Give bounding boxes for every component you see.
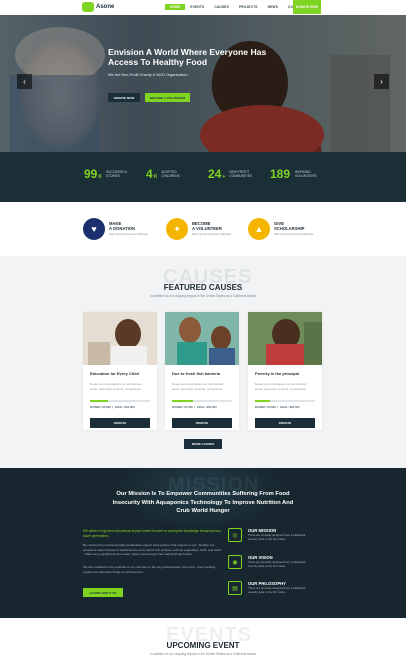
cause-goal: GOAL: $20,000 [196, 405, 217, 409]
cause-meta: RAISED: $7,000 | GOAL: $20,000 [172, 405, 217, 409]
mission-paragraph: By constructing environmentally sustaina… [83, 543, 222, 556]
cause-image [248, 312, 322, 365]
cause-card: Education for Every Child Neque porro qu… [83, 312, 157, 430]
cause-title: Due to fresh fish bacteria [172, 371, 221, 376]
cause-progress-fill [255, 400, 270, 402]
feature-text: Sed nisi donnard ea criticises [109, 232, 149, 236]
cause-title: Education for Every Child [90, 371, 139, 376]
nav-events[interactable]: EVENTS [185, 4, 209, 10]
cause-text: Neque porro quisquam est qui dolorem ips… [172, 382, 224, 391]
stat-children: 4 K ADOPTED CHILDRENS [146, 167, 187, 181]
feature-donation[interactable]: ♥ MAKE A DONATION Sed nisi donnard ea cr… [83, 218, 148, 240]
hero-volunteer-button[interactable]: BECOME A VOLUNTEER [145, 93, 190, 102]
more-causes-button[interactable]: MORE CAUSES [184, 439, 222, 449]
feature-text: Sed nisi donnard ea criticises [192, 232, 232, 236]
header-donate-button[interactable]: DONATE NOW [293, 0, 321, 14]
cause-raised: RAISED: $4,890 [255, 405, 276, 409]
logo[interactable]: Asone [82, 2, 114, 12]
causes-subtitle: In addition to our ongoing impact in the… [150, 294, 256, 298]
stat-number: 99 [84, 167, 98, 181]
main-nav: HOME EVENTS CAUSES PROJECTS NEWS CONTACT [165, 4, 310, 10]
cause-raised: RAISED: $5,890 [90, 405, 111, 409]
cause-progress [172, 400, 232, 402]
next-slide-icon[interactable]: › [374, 74, 389, 89]
nav-news[interactable]: NEWS [263, 4, 283, 10]
feature-title-line2: SCHOLARSHIP [274, 226, 305, 231]
mission-item: ◉ OUR VISION There are primarily designe… [228, 555, 310, 569]
cause-goal: GOAL: $20,000 [279, 405, 300, 409]
stat-volunteers: 189 WORKING VOLUNTEERS [270, 167, 321, 181]
book-icon: ▤ [228, 581, 242, 595]
cause-progress-fill [172, 400, 193, 402]
hero-overlay [0, 15, 406, 152]
logo-icon [82, 2, 94, 12]
cause-title: Poverty is the principal [255, 371, 300, 376]
cause-card: Poverty is the principal Neque porro qui… [248, 312, 322, 430]
cause-progress [90, 400, 150, 402]
stat-suffix: + [222, 174, 226, 180]
cause-donate-button[interactable]: DONATE [255, 418, 315, 428]
cause-text: Neque porro quisquam est qui dolorem ips… [255, 382, 307, 391]
cause-text: Neque porro quisquam est qui dolorem ips… [90, 382, 142, 391]
mission-paragraph: We are confident in the potential of our… [83, 565, 216, 574]
feature-volunteer[interactable]: ✦ BECOME A VOLUNTEER Sed nisi donnard ea… [166, 218, 231, 240]
causes-title: FEATURED CAUSES [163, 283, 243, 292]
feature-scholarship[interactable]: ▲ GIVE SCHOLARSHIP Sed nisi donnard ea c… [248, 218, 313, 240]
mission-item-text: There are primarily designed from a trad… [248, 586, 306, 594]
cause-goal: GOAL: $20,000 [114, 405, 135, 409]
cause-image [165, 312, 239, 365]
eye-icon: ◉ [228, 555, 242, 569]
mission-title: Our Mission Is To Empower Communities Su… [112, 491, 294, 514]
hero-slider: Envision A World Where Everyone Has Acce… [0, 15, 406, 152]
feature-title-line2: A DONATION [109, 226, 136, 231]
events-title: UPCOMING EVENT [166, 641, 240, 650]
volunteer-badge-icon: ✦ [166, 218, 188, 240]
stat-label: NEW PROFIT COMMUNITIES [229, 170, 252, 178]
cause-progress [255, 400, 315, 402]
stat-label: WORKING VOLUNTEERS [295, 170, 317, 178]
events-subtitle: In addition to our ongoing impact in the… [150, 652, 256, 656]
hero-title: Envision A World Where Everyone Has Acce… [108, 47, 267, 67]
nav-projects[interactable]: PROJECTS [234, 4, 263, 10]
cause-card: Due to fresh fish bacteria Neque porro q… [165, 312, 239, 430]
stat-communities: 24 + NEW PROFIT COMMUNITIES [208, 167, 255, 181]
prev-slide-icon[interactable]: ‹ [17, 74, 32, 89]
mission-item: ◎ OUR MISSION There are primarily design… [228, 528, 310, 542]
stat-label: ADOPTED CHILDRENS [161, 170, 180, 178]
learn-about-button[interactable]: LEARN ABOUT US [83, 588, 123, 597]
mission-lead: We utilize a long-term educational impac… [83, 529, 221, 538]
stat-number: 189 [270, 167, 291, 181]
cause-progress-fill [90, 400, 108, 402]
donation-hand-icon: ♥ [83, 218, 105, 240]
nav-causes[interactable]: CAUSES [209, 4, 233, 10]
hero-subtitle: We Are Non-Profit Charity & NGO Organiza… [108, 73, 189, 77]
target-icon: ◎ [228, 528, 242, 542]
mission-item: ▤ OUR PHILOSOPHY There are primarily des… [228, 581, 310, 595]
feature-text: Sed nisi donnard ea criticises [274, 232, 314, 236]
cause-meta: RAISED: $5,890 | GOAL: $20,000 [90, 405, 135, 409]
cause-meta: RAISED: $4,890 | GOAL: $20,000 [255, 405, 300, 409]
stat-suffix: K [98, 174, 102, 180]
top-navbar: Asone HOME EVENTS CAUSES PROJECTS NEWS C… [0, 0, 406, 15]
scholarship-cap-icon: ▲ [248, 218, 270, 240]
mission-item-text: There are primarily designed from a trad… [248, 533, 306, 541]
nav-home[interactable]: HOME [165, 4, 186, 10]
stats-bar [0, 152, 406, 202]
logo-text: Asone [96, 4, 115, 10]
cause-raised: RAISED: $7,000 [172, 405, 193, 409]
stat-suffix: K [153, 174, 158, 180]
cause-image [83, 312, 157, 365]
cause-donate-button[interactable]: DONATE [172, 418, 232, 428]
stat-stories: 99 K SUCCESSFUL STORIES [84, 167, 132, 181]
stat-number: 24 [208, 167, 222, 181]
mission-item-text: There are primarily designed from a trad… [248, 560, 306, 568]
stat-label: SUCCESSFUL STORIES [105, 170, 128, 178]
cause-donate-button[interactable]: DONATE [90, 418, 150, 428]
feature-title-line2: A VOLUNTEER [192, 226, 222, 231]
hero-donate-button[interactable]: DONATE NOW [108, 93, 140, 102]
stat-number: 4 [146, 167, 153, 181]
